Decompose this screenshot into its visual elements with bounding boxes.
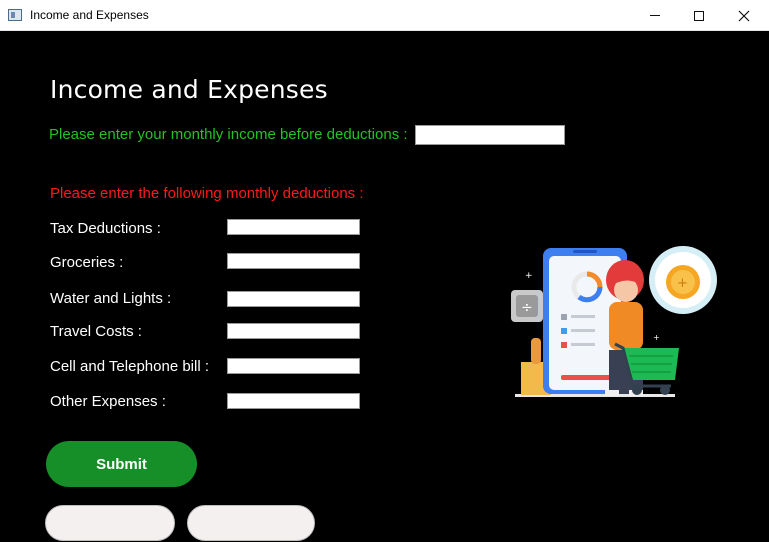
maximize-button[interactable] — [676, 0, 722, 31]
income-input[interactable] — [415, 125, 565, 145]
window-title: Income and Expenses — [30, 8, 149, 22]
deductions-heading: Please enter the following monthly deduc… — [50, 185, 364, 202]
svg-text:+: + — [653, 333, 660, 342]
water-lights-label: Water and Lights : — [50, 290, 172, 307]
finance-illustration: + + ÷ + — [511, 246, 717, 397]
page-title: Income and Expenses — [50, 75, 328, 104]
water-lights-input[interactable] — [227, 291, 360, 307]
travel-costs-input[interactable] — [227, 323, 360, 339]
title-bar: Income and Expenses — [0, 0, 769, 31]
svg-text:+: + — [677, 276, 688, 291]
groceries-input[interactable] — [227, 253, 360, 269]
svg-text:+: + — [525, 271, 533, 281]
groceries-label: Groceries : — [50, 254, 124, 271]
other-expenses-input[interactable] — [227, 393, 360, 409]
minimize-button[interactable] — [632, 0, 678, 31]
cell-telephone-input[interactable] — [227, 358, 360, 374]
tax-deductions-label: Tax Deductions : — [50, 220, 161, 237]
cell-telephone-label: Cell and Telephone bill : — [50, 358, 210, 375]
travel-costs-label: Travel Costs : — [50, 323, 142, 340]
maximize-icon — [694, 10, 704, 21]
secondary-button-b[interactable] — [187, 505, 315, 541]
secondary-button-a[interactable] — [45, 505, 175, 541]
svg-text:÷: ÷ — [521, 300, 533, 316]
app-icon — [8, 9, 22, 21]
submit-button[interactable]: Submit — [46, 441, 197, 487]
minimize-icon — [650, 15, 660, 16]
close-icon — [738, 10, 750, 21]
tax-deductions-input[interactable] — [227, 219, 360, 235]
income-label: Please enter your monthly income before … — [49, 126, 408, 143]
close-button[interactable] — [721, 0, 767, 31]
other-expenses-label: Other Expenses : — [50, 393, 166, 410]
